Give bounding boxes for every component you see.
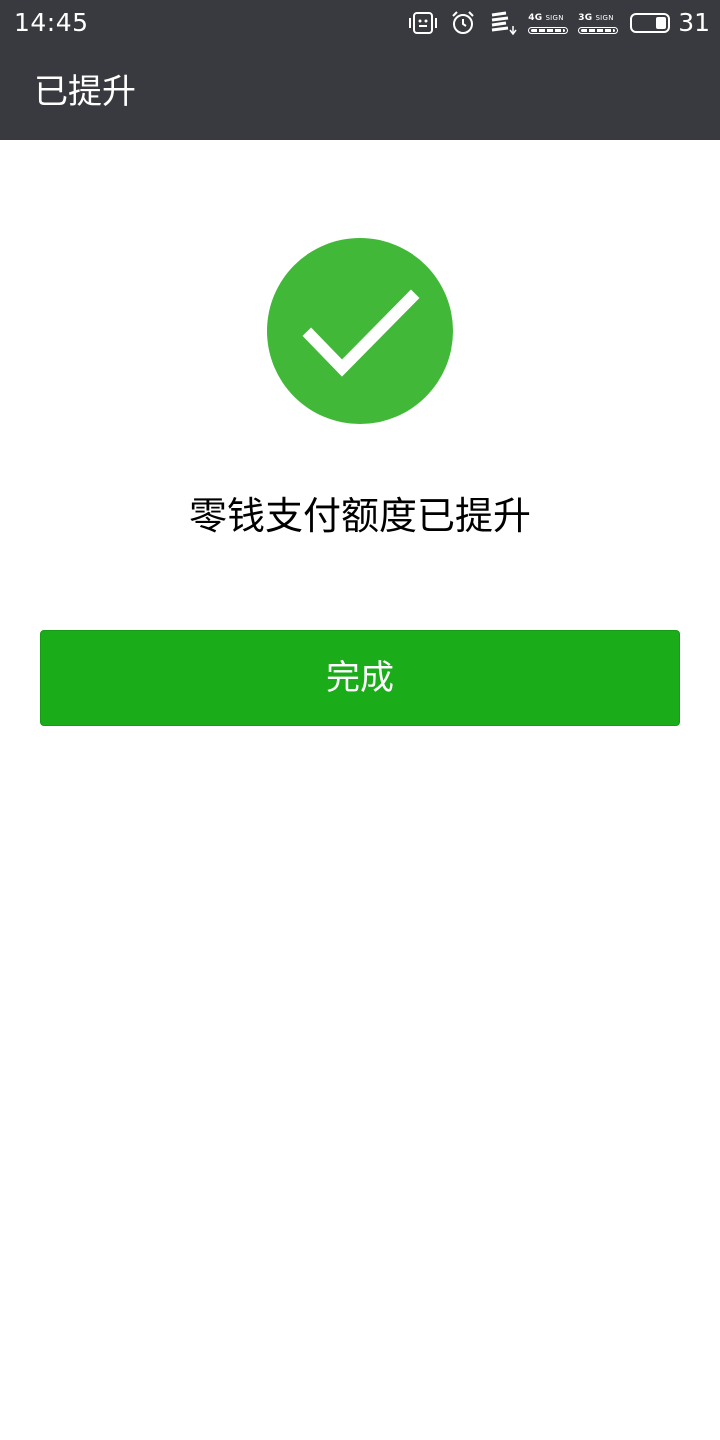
signal-4g-network: 4G — [528, 12, 543, 23]
title-bar: 已提升 — [0, 46, 720, 140]
status-bar: 14:45 4G SIGN 3G SIGN 31 — [0, 0, 720, 46]
battery-fill — [656, 17, 667, 29]
status-time: 14:45 — [14, 8, 89, 37]
signal-3g: 3G SIGN — [578, 12, 619, 34]
signal-3g-label: SIGN — [595, 13, 614, 22]
data-transfer-icon — [488, 10, 518, 36]
signal-3g-bars — [578, 26, 619, 34]
check-circle-icon — [267, 238, 453, 424]
alarm-icon — [450, 10, 476, 36]
done-button[interactable]: 完成 — [40, 630, 680, 726]
signal-4g-label: SIGN — [545, 13, 564, 22]
page-title: 已提升 — [34, 72, 136, 112]
signal-4g: 4G SIGN — [528, 12, 569, 34]
battery-icon — [630, 13, 671, 33]
signal-4g-bars — [528, 26, 569, 34]
battery-level: 31 — [678, 8, 710, 37]
vibrate-icon — [408, 11, 438, 35]
status-icons: 4G SIGN 3G SIGN 31 — [396, 8, 710, 38]
result-message: 零钱支付额度已提升 — [188, 494, 531, 538]
signal-3g-network: 3G — [578, 12, 593, 23]
